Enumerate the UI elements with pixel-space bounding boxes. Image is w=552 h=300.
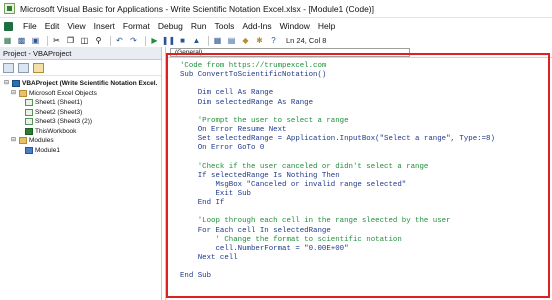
code-line[interactable]: 'Loop through each cell in the range sle… [180, 217, 495, 226]
code-line[interactable]: On Error Resume Next [180, 126, 495, 135]
code-line[interactable]: For Each cell In selectedRange [180, 227, 495, 236]
collapse-icon[interactable]: ⊟ [3, 80, 10, 87]
title-bar: Microsoft Visual Basic for Applications … [0, 0, 552, 18]
view-object-button[interactable] [18, 62, 29, 73]
run-icon[interactable]: ▶ [149, 35, 160, 46]
folder-icon [19, 137, 27, 145]
code-line[interactable]: End If [180, 199, 495, 208]
sheet-icon [25, 108, 33, 116]
code-line[interactable]: 'Prompt the user to select a range [180, 117, 495, 126]
module-icon [25, 146, 33, 154]
code-line[interactable]: Sub ConvertToScientificNotation() [180, 71, 495, 80]
tree-item-excel-objects[interactable]: ⊟ Microsoft Excel Objects [0, 89, 161, 99]
toolbox-icon[interactable]: ✱ [254, 35, 265, 46]
code-line[interactable] [180, 153, 495, 162]
project-explorer: Project - VBAProject ⊟ VBAProject (Write… [0, 47, 162, 300]
tree-item-module1[interactable]: Module1 [0, 146, 161, 156]
toolbar-separator [47, 35, 48, 46]
window-title: Microsoft Visual Basic for Applications … [20, 3, 374, 14]
tree-item-sheet1[interactable]: Sheet1 (Sheet1) [0, 98, 161, 108]
code-line[interactable]: Next cell [180, 254, 495, 263]
toolbar-separator [208, 35, 209, 46]
menu-help[interactable]: Help [314, 18, 339, 34]
tree-item-vbaproject[interactable]: ⊟ VBAProject (Write Scientific Notation … [0, 79, 161, 89]
code-line[interactable]: 'Check if the user canceled or didn't se… [180, 163, 495, 172]
project-explorer-title: Project - VBAProject [0, 47, 161, 60]
project-icon [12, 80, 20, 88]
reset-icon[interactable]: ■ [177, 35, 188, 46]
sheet-icon [25, 118, 33, 126]
code-line[interactable]: MsgBox "Canceled or invalid range select… [180, 181, 495, 190]
code-line[interactable]: Dim selectedRange As Range [180, 99, 495, 108]
view-excel-icon[interactable]: ▦ [2, 35, 13, 46]
project-tree: ⊟ VBAProject (Write Scientific Notation … [0, 76, 161, 155]
undo-icon[interactable]: ↶ [114, 35, 125, 46]
menu-debug[interactable]: Debug [154, 18, 187, 34]
tree-item-modules[interactable]: ⊟ Modules [0, 136, 161, 146]
menu-insert[interactable]: Insert [90, 18, 119, 34]
code-line[interactable]: Dim cell As Range [180, 89, 495, 98]
code-line[interactable]: On Error GoTo 0 [180, 144, 495, 153]
code-line[interactable] [180, 263, 495, 272]
cursor-position: Ln 24, Col 8 [286, 36, 327, 45]
toolbar: ▦ ▩ ▣ ✂ ❐ ◫ ⚲ ↶ ↷ ▶ ❚❚ ■ ▲ ▦ ▤ ◆ ✱ ? Ln … [0, 34, 552, 47]
menu-file[interactable]: File [19, 18, 41, 34]
copy-icon[interactable]: ❐ [65, 35, 76, 46]
project-explorer-toolbar [0, 60, 161, 76]
code-line[interactable]: End Sub [180, 272, 495, 281]
menu-format[interactable]: Format [119, 18, 154, 34]
redo-icon[interactable]: ↷ [128, 35, 139, 46]
find-icon[interactable]: ⚲ [93, 35, 104, 46]
code-line[interactable]: If selectedRange Is Nothing Then [180, 172, 495, 181]
collapse-icon[interactable]: ⊟ [10, 90, 17, 97]
code-line[interactable]: cell.NumberFormat = "0.00E+00" [180, 245, 495, 254]
menu-view[interactable]: View [63, 18, 89, 34]
tree-item-sheet2[interactable]: Sheet2 (Sheet3) [0, 108, 161, 118]
code-line[interactable] [180, 80, 495, 89]
paste-icon[interactable]: ◫ [79, 35, 90, 46]
menu-bar: File Edit View Insert Format Debug Run T… [0, 18, 552, 34]
object-browser-icon[interactable]: ◆ [240, 35, 251, 46]
sheet-icon [25, 99, 33, 107]
menu-window[interactable]: Window [276, 18, 314, 34]
menu-run[interactable]: Run [187, 18, 211, 34]
menu-add-ins[interactable]: Add-Ins [238, 18, 275, 34]
save-icon[interactable]: ▣ [30, 35, 41, 46]
project-explorer-icon[interactable]: ▦ [212, 35, 223, 46]
excel-app-icon [4, 3, 15, 14]
code-line[interactable] [180, 208, 495, 217]
insert-module-icon[interactable]: ▩ [16, 35, 27, 46]
toolbar-separator [145, 35, 146, 46]
properties-icon[interactable]: ▤ [226, 35, 237, 46]
code-editor[interactable]: 'Code from https://trumpexcel.com Sub Con… [180, 62, 495, 281]
menu-tools[interactable]: Tools [210, 18, 238, 34]
view-code-button[interactable] [3, 62, 14, 73]
cut-icon[interactable]: ✂ [51, 35, 62, 46]
workbook-icon [25, 127, 33, 135]
toolbar-separator [110, 35, 111, 46]
toggle-folders-button[interactable] [33, 62, 44, 73]
tree-item-thisworkbook[interactable]: ThisWorkbook [0, 127, 161, 137]
code-line[interactable]: 'Code from https://trumpexcel.com [180, 62, 495, 71]
code-line[interactable]: Set selectedRange = Application.InputBox… [180, 135, 495, 144]
excel-icon[interactable] [0, 18, 19, 34]
code-line[interactable]: ' Change the format to scientific notati… [180, 236, 495, 245]
break-icon[interactable]: ❚❚ [162, 35, 175, 46]
folder-icon [19, 89, 27, 97]
collapse-icon[interactable]: ⊟ [10, 137, 17, 144]
menu-edit[interactable]: Edit [41, 18, 64, 34]
code-window[interactable]: (General) 'Code from https://trumpexcel.… [165, 47, 552, 300]
help-icon[interactable]: ? [268, 35, 279, 46]
tree-item-sheet3[interactable]: Sheet3 (Sheet3 (2)) [0, 117, 161, 127]
design-mode-icon[interactable]: ▲ [191, 35, 202, 46]
code-line[interactable]: Exit Sub [180, 190, 495, 199]
code-line[interactable] [180, 108, 495, 117]
